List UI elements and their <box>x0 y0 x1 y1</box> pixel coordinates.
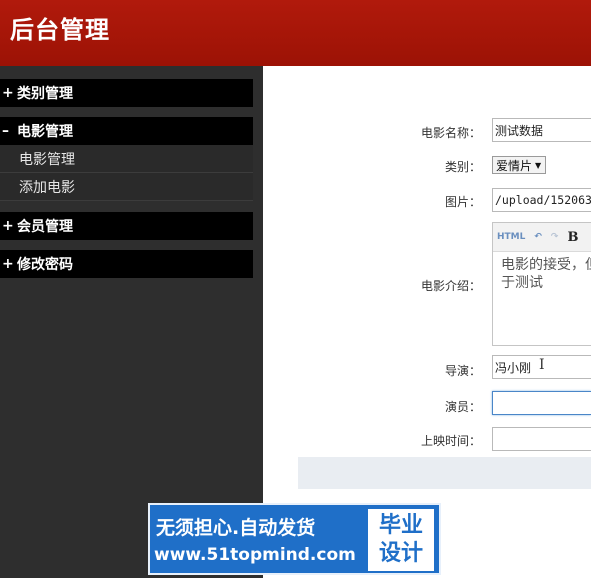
form-action-bar <box>298 457 591 489</box>
expand-icon: + <box>2 218 14 234</box>
sidebar-group-label: 电影管理 <box>17 124 73 140</box>
actor-input[interactable] <box>492 391 591 415</box>
image-label: 图片： <box>444 195 481 209</box>
image-path-input[interactable]: /upload/1520639 <box>492 188 591 212</box>
actor-label: 演员： <box>444 400 481 414</box>
intro-line-1: 电影的接受，但 <box>501 257 591 273</box>
sidebar: + 类别管理 – 电影管理 电影管理 添加电影 + 会员管理 + 修改密码 <box>0 66 263 578</box>
sidebar-group-movie[interactable]: – 电影管理 <box>0 117 253 145</box>
movie-form: 电影名称： 测试数据 类别： 爱情片 ▼ 图片： /upload/1520639… <box>263 66 591 578</box>
watermark-badge: 毕业 设计 <box>368 509 434 571</box>
badge-line-1: 毕业 <box>378 513 423 538</box>
intro-label: 电影介绍： <box>420 279 481 293</box>
expand-icon: + <box>2 256 14 272</box>
collapse-icon: – <box>2 123 9 139</box>
watermark-slogan: 无须担心.自动发货 <box>156 517 316 539</box>
category-selected: 爱情片 <box>496 158 533 173</box>
sidebar-group-label: 类别管理 <box>17 86 73 102</box>
editor-content[interactable]: 电影的接受，但 于测试 <box>493 252 591 296</box>
sidebar-item-movie-manage[interactable]: 电影管理 <box>0 145 253 173</box>
watermark-url: www.51topmind.com <box>154 545 356 565</box>
release-date-label: 上映时间： <box>420 434 481 448</box>
sidebar-group-label: 会员管理 <box>17 219 73 235</box>
category-select[interactable]: 爱情片 ▼ <box>492 156 547 174</box>
intro-editor[interactable]: HTML ↶ ↷ B 电影的接受，但 于测试 <box>492 222 591 346</box>
director-label: 导演： <box>444 364 481 378</box>
sidebar-group-password[interactable]: + 修改密码 <box>0 250 253 278</box>
chevron-down-icon: ▼ <box>535 160 542 170</box>
category-label: 类别： <box>444 160 481 174</box>
watermark-banner: 无须担心.自动发货 www.51topmind.com 毕业 设计 <box>148 503 441 575</box>
expand-icon: + <box>2 85 14 101</box>
app-header: 后台管理 <box>0 0 591 66</box>
text-cursor-icon: I <box>539 357 545 373</box>
sidebar-item-add-movie[interactable]: 添加电影 <box>0 173 253 201</box>
editor-toolbar: HTML ↶ ↷ B <box>493 223 591 252</box>
release-date-input[interactable] <box>492 427 591 451</box>
sidebar-group-member[interactable]: + 会员管理 <box>0 212 253 240</box>
sidebar-item-label: 添加电影 <box>19 179 75 196</box>
sidebar-item-label: 电影管理 <box>19 151 75 168</box>
redo-icon[interactable]: ↷ <box>551 232 559 242</box>
name-input[interactable]: 测试数据 <box>492 118 591 142</box>
intro-line-2: 于测试 <box>501 275 543 291</box>
undo-icon[interactable]: ↶ <box>534 232 542 242</box>
name-label: 电影名称： <box>420 126 481 140</box>
bold-icon[interactable]: B <box>567 230 578 245</box>
html-source-icon[interactable]: HTML <box>497 232 525 242</box>
badge-line-2: 设计 <box>378 541 423 566</box>
app-title: 后台管理 <box>10 15 110 44</box>
sidebar-group-label: 修改密码 <box>17 257 73 273</box>
sidebar-group-category[interactable]: + 类别管理 <box>0 79 253 107</box>
